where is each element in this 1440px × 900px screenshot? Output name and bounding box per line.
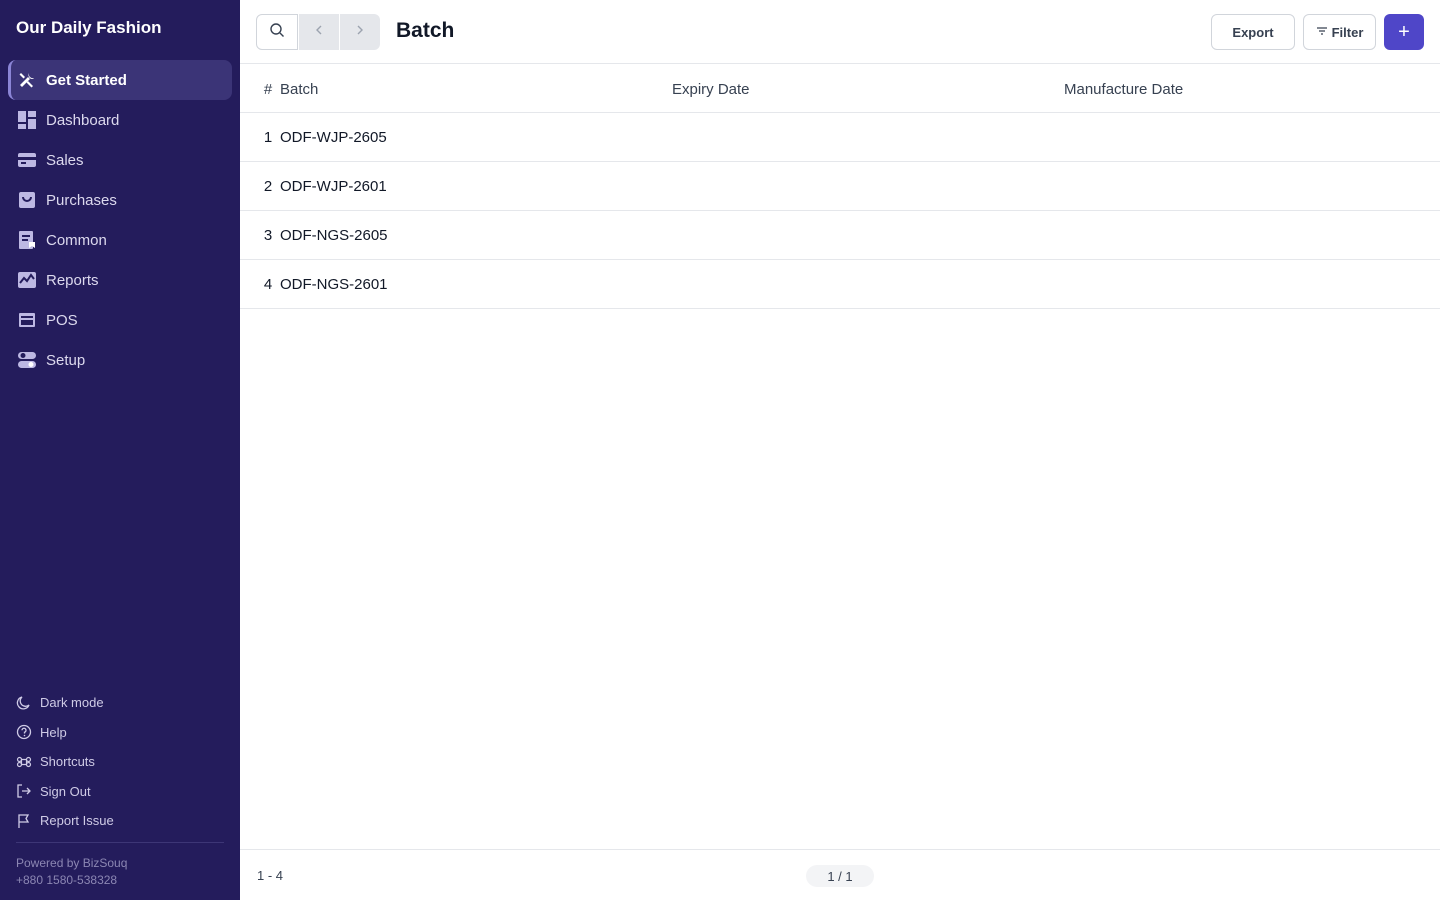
sidebar-item-label: Sales xyxy=(46,151,84,169)
row-number: 2 xyxy=(263,178,273,195)
sidebar-item-label: POS xyxy=(46,311,78,329)
reports-icon xyxy=(16,269,38,291)
topbar: Batch Export Filter + xyxy=(240,0,1440,64)
sidebar-item-label: Setup xyxy=(46,351,86,369)
batch-cell: ODF-WJP-2605 xyxy=(280,129,387,146)
help-icon xyxy=(16,724,32,740)
powered-by: Powered by BizSouq +880 1580-538328 xyxy=(16,855,127,889)
sidebar-item-pos[interactable]: POS xyxy=(8,300,232,340)
page-title: Batch xyxy=(396,19,455,42)
sidebar-bottom-links: Dark mode Help Shortcuts Sign Out Report… xyxy=(16,688,224,836)
purchases-icon xyxy=(16,189,38,211)
sidebar-item-dashboard[interactable]: Dashboard xyxy=(8,100,232,140)
chevron-right-icon xyxy=(354,23,366,41)
pagination[interactable]: 1 / 1 xyxy=(806,865,874,887)
record-range: 1 - 4 xyxy=(257,868,284,883)
dashboard-icon xyxy=(16,109,38,131)
sidebar-item-common[interactable]: Common xyxy=(8,220,232,260)
sidebar-item-label: Dashboard xyxy=(46,111,120,129)
sign-out-label: Sign Out xyxy=(40,783,91,799)
sidebar-item-label: Common xyxy=(46,231,107,249)
forward-button[interactable] xyxy=(340,14,380,50)
sidebar-item-sales[interactable]: Sales xyxy=(8,140,232,180)
help-link[interactable]: Help xyxy=(16,718,224,748)
column-header-expiry-date[interactable]: Expiry Date xyxy=(672,81,750,98)
report-issue-link[interactable]: Report Issue xyxy=(16,806,224,836)
batch-cell: ODF-NGS-2605 xyxy=(280,227,388,244)
command-icon xyxy=(16,754,32,770)
search-icon xyxy=(269,22,285,43)
chevron-left-icon xyxy=(313,23,325,41)
export-button[interactable]: Export xyxy=(1211,14,1295,50)
table-row[interactable]: 3 ODF-NGS-2605 xyxy=(240,211,1440,260)
setup-icon xyxy=(16,349,38,371)
shortcuts-link[interactable]: Shortcuts xyxy=(16,747,224,777)
table-row[interactable]: 1 ODF-WJP-2605 xyxy=(240,113,1440,162)
row-number: 1 xyxy=(263,129,273,146)
batch-table: # Batch Expiry Date Manufacture Date 1 O… xyxy=(240,64,1440,309)
filter-icon xyxy=(1316,25,1332,40)
batch-cell: ODF-NGS-2601 xyxy=(280,276,388,293)
dark-mode-label: Dark mode xyxy=(40,695,104,711)
help-label: Help xyxy=(40,724,67,740)
table-row[interactable]: 2 ODF-WJP-2601 xyxy=(240,162,1440,211)
sidebar-item-label: Reports xyxy=(46,271,99,289)
sidebar-item-get-started[interactable]: Get Started xyxy=(8,60,232,100)
sign-out-icon xyxy=(16,783,32,799)
flag-icon xyxy=(16,813,32,829)
row-number: 3 xyxy=(263,227,273,244)
batch-cell: ODF-WJP-2601 xyxy=(280,178,387,195)
sidebar-item-label: Get Started xyxy=(46,71,127,89)
table-footer: 1 - 4 1 / 1 xyxy=(240,849,1440,900)
search-button[interactable] xyxy=(256,14,298,50)
moon-icon xyxy=(16,695,32,711)
table-header: # Batch Expiry Date Manufacture Date xyxy=(240,64,1440,113)
shortcuts-label: Shortcuts xyxy=(40,754,95,770)
support-phone: +880 1580-538328 xyxy=(16,873,118,887)
dark-mode-toggle[interactable]: Dark mode xyxy=(16,688,224,718)
pos-icon xyxy=(16,309,38,331)
powered-by-text: Powered by BizSouq xyxy=(16,856,128,870)
sidebar-divider xyxy=(16,842,224,843)
sidebar-item-setup[interactable]: Setup xyxy=(8,340,232,380)
report-issue-label: Report Issue xyxy=(40,813,114,829)
sidebar-item-reports[interactable]: Reports xyxy=(8,260,232,300)
common-icon xyxy=(16,229,38,251)
column-header-batch[interactable]: Batch xyxy=(280,81,318,98)
sign-out-link[interactable]: Sign Out xyxy=(16,777,224,807)
tools-icon xyxy=(16,69,38,91)
company-name[interactable]: Our Daily Fashion xyxy=(16,18,161,38)
column-header-number: # xyxy=(263,81,273,98)
back-button[interactable] xyxy=(299,14,339,50)
sidebar: Our Daily Fashion Get Started Dashboard … xyxy=(0,0,240,900)
filter-label: Filter xyxy=(1331,24,1364,40)
sidebar-item-label: Purchases xyxy=(46,191,117,209)
sidebar-nav: Get Started Dashboard Sales Purchases Co… xyxy=(8,60,232,380)
add-button[interactable]: + xyxy=(1384,14,1424,50)
row-number: 4 xyxy=(263,276,273,293)
table-row[interactable]: 4 ODF-NGS-2601 xyxy=(240,260,1440,309)
sales-icon xyxy=(16,149,38,171)
column-header-manufacture-date[interactable]: Manufacture Date xyxy=(1064,81,1183,98)
sidebar-item-purchases[interactable]: Purchases xyxy=(8,180,232,220)
filter-button[interactable]: Filter xyxy=(1303,14,1376,50)
